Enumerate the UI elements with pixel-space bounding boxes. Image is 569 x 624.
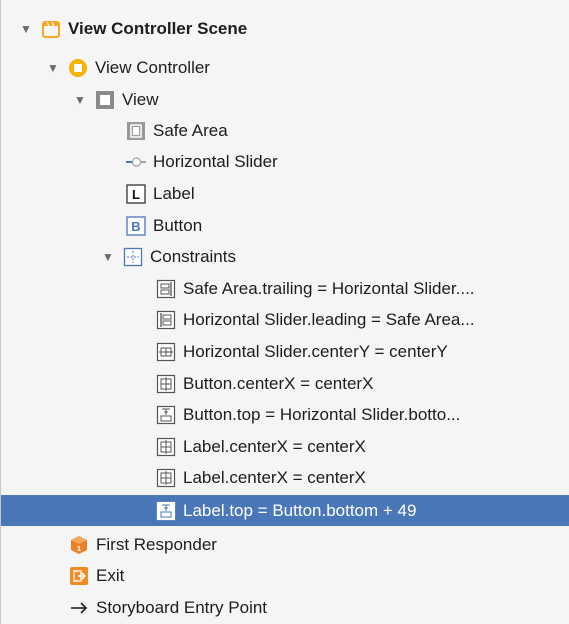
outline-row-entry-point[interactable]: Storyboard Entry Point — [1, 592, 569, 623]
outline-row-constraints[interactable]: ▼ Constraints — [1, 241, 569, 272]
outline-row-view[interactable]: ▼ View — [1, 84, 569, 115]
center-y-constraint-icon — [156, 342, 176, 362]
outline-row-button[interactable]: B Button — [1, 210, 569, 241]
constraint-row[interactable]: Button.top = Horizontal Slider.botto... — [1, 399, 569, 430]
outline-row-horizontal-slider[interactable]: Horizontal Slider — [1, 146, 569, 177]
svg-text:1: 1 — [77, 546, 81, 553]
horizontal-slider-label: Horizontal Slider — [153, 151, 278, 171]
constraint-row-selected[interactable]: Label.top = Button.bottom + 49 — [1, 495, 569, 526]
outline-row-view-controller[interactable]: ▼ View Controller — [1, 52, 569, 83]
constraint-label: Safe Area.trailing = Horizontal Slider..… — [183, 278, 475, 298]
disclosure-triangle-icon[interactable]: ▼ — [19, 22, 33, 36]
center-x-constraint-icon — [156, 468, 176, 488]
outline-row-exit[interactable]: Exit — [1, 560, 569, 591]
entry-point-label: Storyboard Entry Point — [96, 597, 268, 617]
constraint-label: Button.centerX = centerX — [183, 373, 374, 393]
constraint-label: Label.centerX = centerX — [183, 467, 366, 487]
button-item-label: Button — [153, 215, 203, 235]
constraint-row[interactable]: Horizontal Slider.centerY = centerY — [1, 336, 569, 367]
svg-text:B: B — [131, 219, 140, 234]
constraint-label: Horizontal Slider.centerY = centerY — [183, 341, 448, 361]
outline-row-safe-area[interactable]: Safe Area — [1, 115, 569, 146]
center-x-constraint-icon — [156, 437, 176, 457]
constraint-label: Label.top = Button.bottom + 49 — [183, 500, 417, 520]
view-controller-icon — [68, 58, 88, 78]
constraints-label: Constraints — [150, 246, 236, 266]
slider-icon — [126, 152, 146, 172]
constraint-label: Horizontal Slider.leading = Safe Area... — [183, 309, 475, 329]
constraint-row[interactable]: Horizontal Slider.leading = Safe Area... — [1, 304, 569, 335]
constraints-icon — [123, 247, 143, 267]
constraint-label: Label.centerX = centerX — [183, 436, 366, 456]
safe-area-label: Safe Area — [153, 120, 228, 140]
constraint-row[interactable]: Label.centerX = centerX — [1, 462, 569, 493]
constraint-row[interactable]: Safe Area.trailing = Horizontal Slider..… — [1, 273, 569, 304]
view-controller-label: View Controller — [95, 57, 210, 77]
constraint-row[interactable]: Button.centerX = centerX — [1, 368, 569, 399]
label-icon: L — [126, 183, 146, 204]
outline-row-scene[interactable]: ▼ View Controller Scene — [1, 13, 569, 44]
safe-area-icon — [126, 121, 146, 141]
vertical-spacing-constraint-icon — [156, 405, 176, 425]
exit-label: Exit — [96, 565, 125, 585]
constraint-label: Button.top = Horizontal Slider.botto... — [183, 404, 461, 424]
outline-row-first-responder[interactable]: 1 First Responder — [1, 529, 569, 560]
storyboard-scene-icon — [41, 19, 61, 39]
first-responder-icon: 1 — [69, 535, 89, 555]
document-outline: ▼ View Controller Scene ▼ View Controlle… — [0, 0, 569, 624]
disclosure-triangle-icon[interactable]: ▼ — [46, 61, 60, 75]
trailing-constraint-icon — [156, 279, 176, 299]
label-item-label: Label — [153, 183, 195, 203]
vertical-spacing-constraint-icon — [156, 501, 176, 521]
view-icon — [95, 90, 115, 110]
outline-row-label[interactable]: L Label — [1, 178, 569, 209]
constraint-row[interactable]: Label.centerX = centerX — [1, 431, 569, 462]
arrow-right-icon — [69, 598, 89, 618]
disclosure-triangle-icon[interactable]: ▼ — [101, 250, 115, 264]
disclosure-triangle-icon[interactable]: ▼ — [73, 93, 87, 107]
first-responder-label: First Responder — [96, 534, 217, 554]
view-label: View — [122, 89, 159, 109]
center-x-constraint-icon — [156, 374, 176, 394]
button-icon: B — [126, 215, 146, 236]
scene-label: View Controller Scene — [68, 18, 248, 38]
exit-icon — [69, 566, 89, 586]
leading-constraint-icon — [156, 310, 176, 330]
svg-text:L: L — [132, 187, 140, 202]
